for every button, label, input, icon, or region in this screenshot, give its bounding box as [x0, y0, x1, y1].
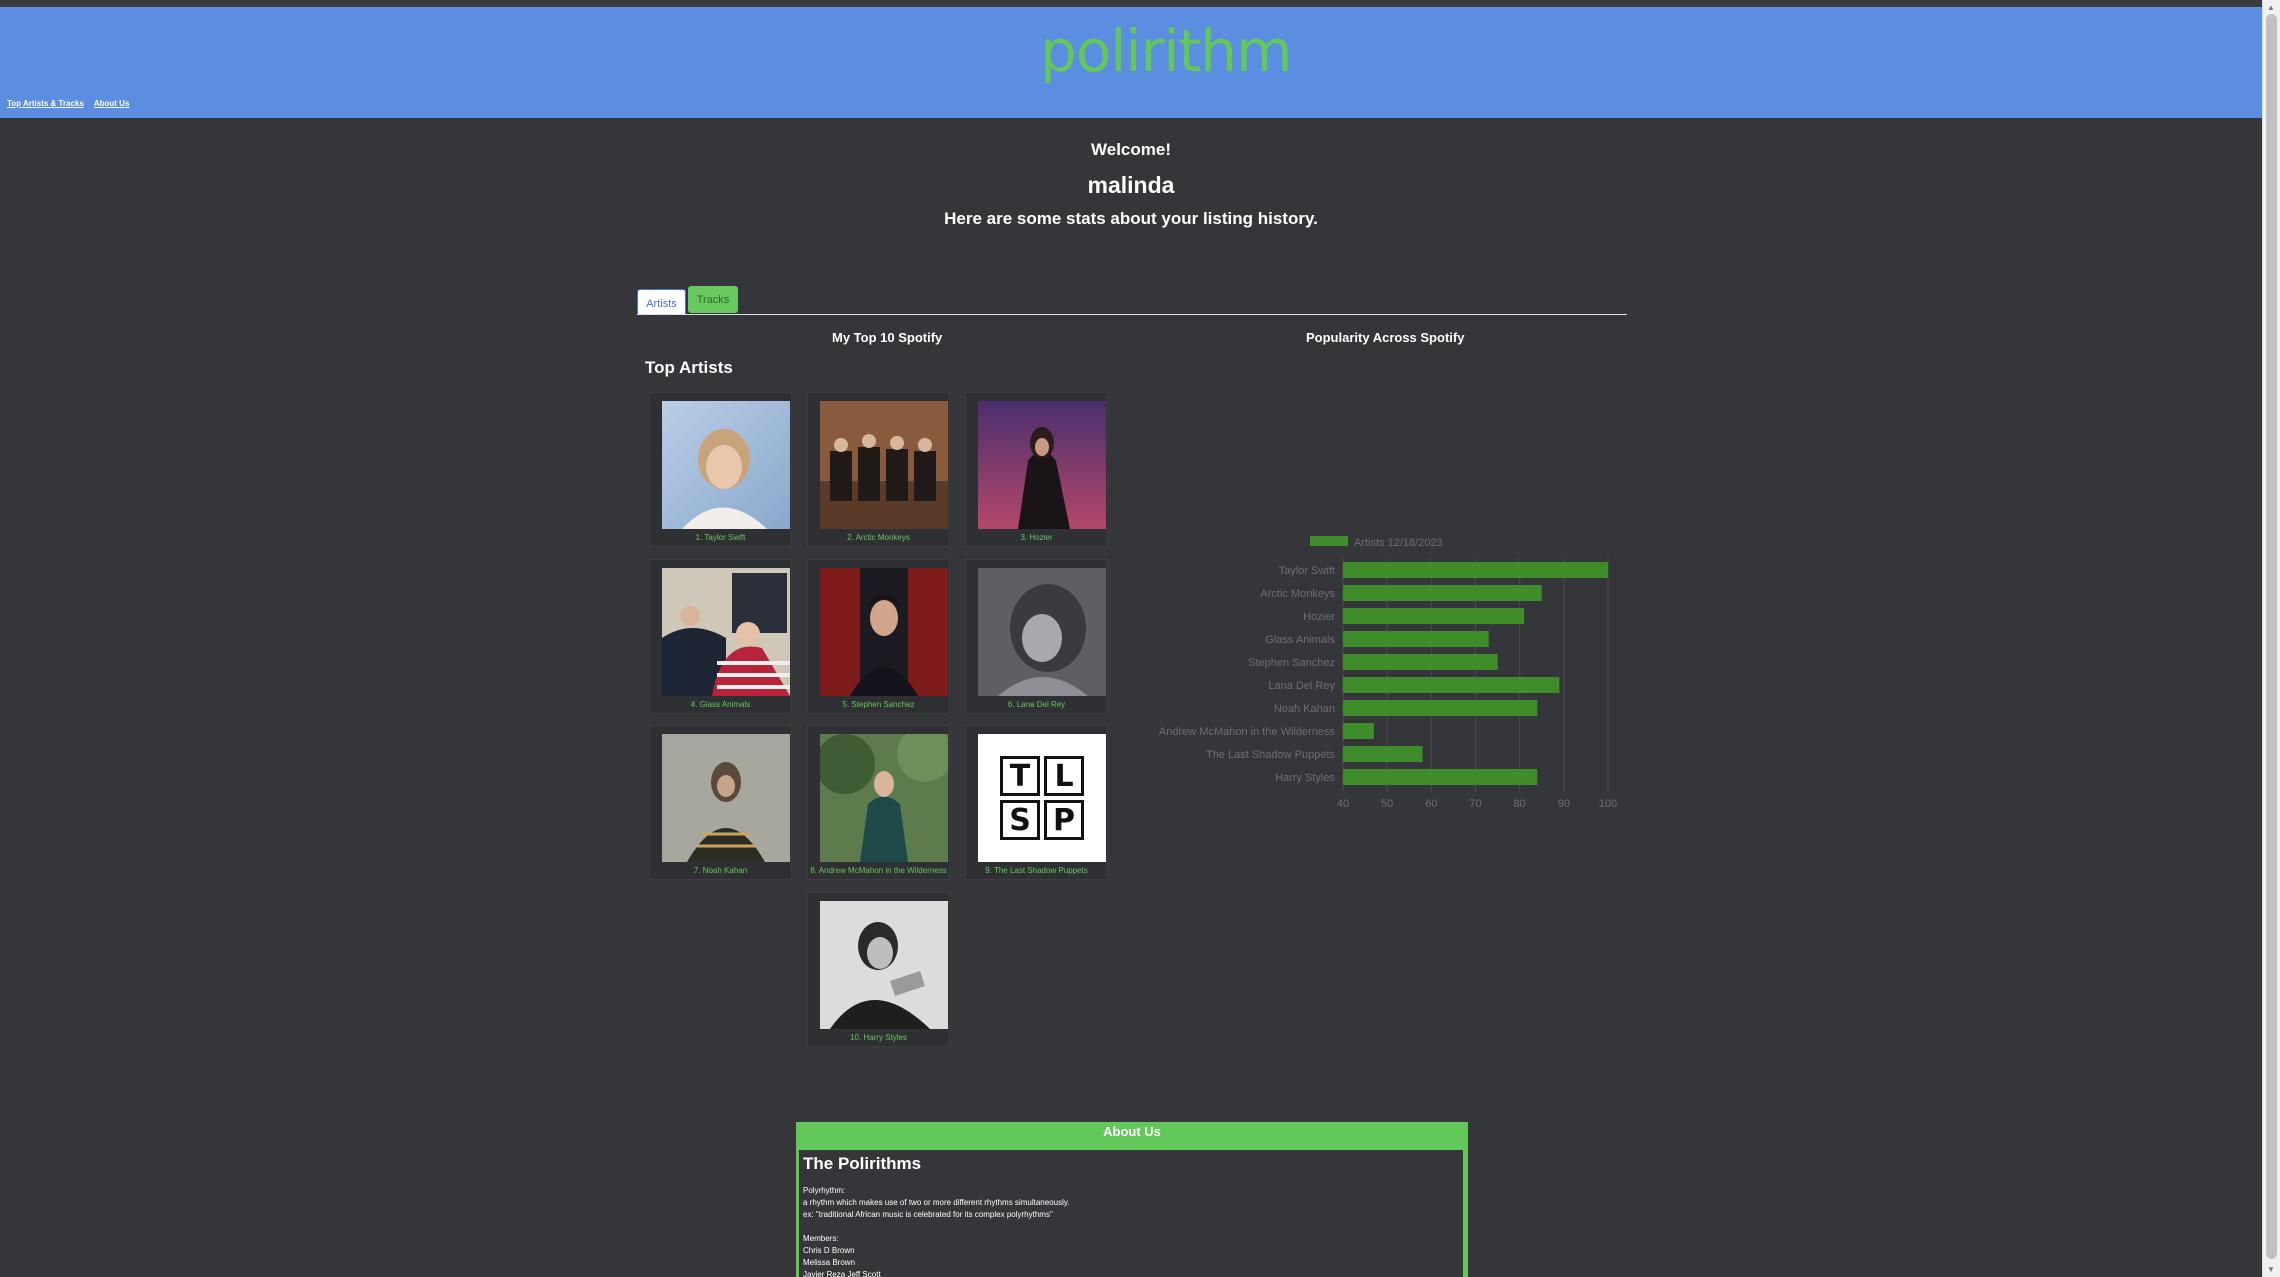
artist-caption[interactable]: 2. Arctic Monkeys [808, 533, 949, 542]
chart-bar [1343, 700, 1538, 716]
about-us-panel: About Us The Polirithms Polyrhythm: a rh… [796, 1122, 1468, 1277]
logo-letter: T [1000, 756, 1040, 796]
x-tick-label: 100 [1599, 798, 1617, 810]
x-tick-label: 60 [1425, 798, 1437, 810]
category-label: Glass Animals [1265, 634, 1335, 646]
nav-link-about-us[interactable]: About Us [94, 99, 130, 108]
artist-photo-glass-animals [662, 568, 790, 696]
artist-card[interactable]: 1. Taylor Swift [649, 392, 792, 547]
chart-bar [1343, 585, 1542, 601]
chart-bar [1343, 562, 1608, 578]
category-label: Hozier [1303, 611, 1335, 623]
x-tick-label: 50 [1381, 798, 1393, 810]
x-tick-label: 90 [1558, 798, 1570, 810]
artist-card[interactable]: 3. Hozier [965, 392, 1108, 547]
artist-photo-arctic-monkeys [820, 401, 948, 529]
x-tick-label: 40 [1337, 798, 1349, 810]
scrollbar-thumb[interactable] [2266, 14, 2277, 1259]
about-us-body: The Polirithms Polyrhythm: a rhythm whic… [799, 1150, 1463, 1277]
chart-bar [1343, 723, 1374, 739]
site-header: polirithm Top Artists & Tracks About Us [0, 7, 2262, 118]
tab-artists[interactable]: Artists [637, 289, 686, 314]
artist-caption[interactable]: 5. Stephen Sanchez [808, 700, 949, 709]
about-us-heading: About Us [1103, 1124, 1161, 1139]
about-line: Polyrhythm: [803, 1186, 846, 1195]
category-label: Andrew McMahon in the Wilderness [1159, 726, 1336, 738]
chart-bar [1343, 769, 1538, 785]
username: malinda [1087, 172, 1175, 198]
logo-letter: P [1044, 800, 1084, 840]
nav-links: Top Artists & Tracks About Us [7, 99, 137, 108]
artist-photo-harry-styles [820, 901, 948, 1029]
artist-card[interactable]: 6. Lana Del Rey [965, 559, 1108, 714]
about-line: a rhythm which makes use of two or more … [803, 1198, 1070, 1207]
artist-caption[interactable]: 4. Glass Animals [650, 700, 791, 709]
welcome-greeting: Welcome! [1091, 140, 1171, 159]
artist-card[interactable]: 4. Glass Animals [649, 559, 792, 714]
logo-letter: L [1044, 756, 1084, 796]
artist-caption[interactable]: 1. Taylor Swift [650, 533, 791, 542]
chart-bar [1343, 654, 1498, 670]
legend-swatch [1310, 536, 1348, 546]
page-scrollbar[interactable]: ▲ ▼ [2262, 0, 2280, 1277]
artist-card[interactable]: 2. Arctic Monkeys [807, 392, 950, 547]
legend-label: Artists 12/18/2023 [1354, 537, 1443, 549]
artist-photo-noah-kahan [662, 734, 790, 862]
artist-card[interactable]: 5. Stephen Sanchez [807, 559, 950, 714]
nav-link-top-artists-tracks[interactable]: Top Artists & Tracks [7, 99, 84, 108]
tlsp-logo-image: T L S P [978, 734, 1106, 862]
artist-caption[interactable]: 9. The Last Shadow Puppets [966, 866, 1107, 875]
top10-title: My Top 10 Spotify [832, 330, 943, 345]
top-artists-heading: Top Artists [645, 358, 733, 377]
category-label: Stephen Sanchez [1248, 657, 1335, 669]
category-label: Taylor Swift [1279, 565, 1335, 577]
category-label: Harry Styles [1275, 772, 1335, 784]
artist-caption[interactable]: 8. Andrew McMahon in the Wilderness [808, 866, 949, 875]
welcome-subtitle: Here are some stats about your listing h… [944, 209, 1318, 228]
x-tick-label: 70 [1469, 798, 1481, 810]
about-title: The Polirithms [803, 1154, 922, 1173]
logo-letter: S [1000, 800, 1040, 840]
category-label: Lana Del Rey [1268, 680, 1335, 692]
artist-photo-stephen-sanchez [820, 568, 948, 696]
site-logo[interactable]: polirithm [1040, 17, 1292, 85]
chart-bar [1343, 608, 1525, 624]
about-line: Chris D Brown [803, 1246, 855, 1255]
artist-card[interactable]: 10. Harry Styles [807, 892, 950, 1047]
about-line: Javier Reza Jeff Scott [803, 1270, 881, 1277]
scroll-up-icon[interactable]: ▲ [2267, 3, 2275, 12]
category-label: Noah Kahan [1274, 703, 1335, 715]
about-line [803, 1221, 1459, 1233]
popularity-bar-chart: 40 50 60 70 80 90 100 Artists 12/18/2023 Taylor … [1159, 536, 1617, 810]
artist-card[interactable]: 7. Noah Kahan [649, 725, 792, 880]
artist-photo-taylor-swift [662, 401, 790, 529]
window-top-edge [0, 0, 2280, 7]
artist-card[interactable]: T L S P 9. The Last Shadow Puppets [965, 725, 1108, 880]
chart-bar [1343, 746, 1423, 762]
x-tick-label: 80 [1514, 798, 1526, 810]
artist-photo-andrew-mcmahon [820, 734, 948, 862]
category-label: Arctic Monkeys [1260, 588, 1335, 600]
chart-bar [1343, 677, 1560, 693]
artist-caption[interactable]: 10. Harry Styles [808, 1033, 949, 1042]
artist-photo-lana-del-rey [978, 568, 1106, 696]
artist-caption[interactable]: 6. Lana Del Rey [966, 700, 1107, 709]
artist-caption[interactable]: 7. Noah Kahan [650, 866, 791, 875]
chart-bar [1343, 631, 1489, 647]
category-label: The Last Shadow Puppets [1206, 749, 1336, 761]
artist-caption[interactable]: 3. Hozier [966, 533, 1107, 542]
tab-tracks[interactable]: Tracks [688, 286, 738, 313]
artist-card[interactable]: 8. Andrew McMahon in the Wilderness [807, 725, 950, 880]
popularity-title: Popularity Across Spotify [1306, 330, 1465, 345]
about-line: Melissa Brown [803, 1258, 856, 1267]
tabs-divider [637, 314, 1627, 315]
about-line: Members: [803, 1234, 839, 1243]
artist-photo-hozier [978, 401, 1106, 529]
about-line: ex: "traditional African music is celebr… [803, 1210, 1053, 1219]
scroll-down-icon[interactable]: ▼ [2267, 1265, 2275, 1274]
